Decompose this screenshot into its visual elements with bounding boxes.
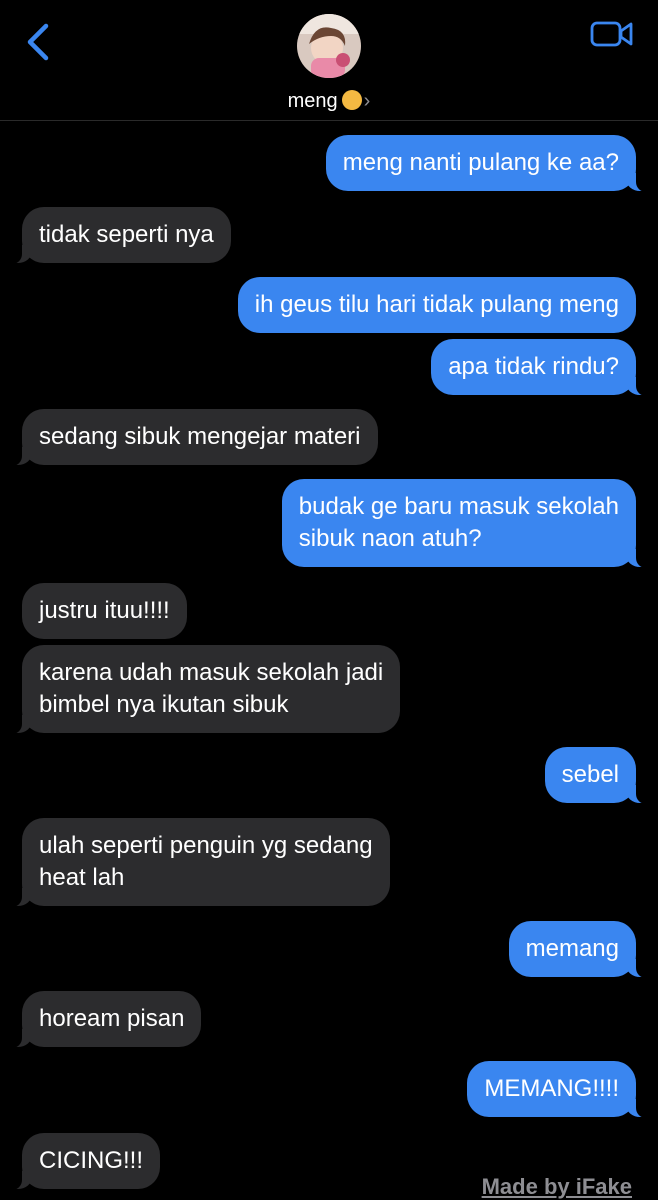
contact-name-button[interactable]: meng › (0, 90, 658, 113)
video-camera-icon[interactable] (590, 20, 634, 48)
cat-face-icon (341, 90, 362, 110)
conversation-header: meng › (0, 0, 658, 121)
message-bubble-incoming[interactable]: justru ituu!!!! (22, 583, 187, 639)
message-bubble-outgoing[interactable]: MEMANG!!!! (467, 1061, 652, 1118)
message-bubble-outgoing[interactable]: meng nanti pulang ke aa? (325, 135, 653, 192)
chevron-right-icon: › (363, 90, 371, 112)
avatar[interactable] (297, 14, 361, 78)
message-bubble-outgoing[interactable]: apa tidak rindu? (431, 339, 652, 396)
message-bubble-incoming[interactable]: sedang sibuk mengejar materi (6, 409, 378, 466)
message-bubble-incoming[interactable]: karena udah masuk sekolah jadi bimbel ny… (5, 645, 401, 734)
watermark-link[interactable]: Made by iFake (482, 1174, 632, 1200)
message-bubble-incoming[interactable]: tidak seperti nya (6, 207, 231, 264)
message-bubble-incoming[interactable]: ulah seperti penguin yg sedang heat lah (6, 818, 390, 907)
message-bubble-outgoing[interactable]: ih geus tilu hari tidak pulang meng (237, 277, 636, 333)
chevron-left-icon[interactable] (24, 22, 52, 62)
message-bubble-incoming[interactable]: hoream pisan (5, 991, 202, 1048)
message-bubble-incoming[interactable]: CICING!!! (5, 1133, 161, 1190)
avatar-image (297, 14, 361, 78)
message-bubble-outgoing[interactable]: sebel (544, 747, 653, 804)
contact-name: meng (287, 90, 338, 112)
message-bubble-outgoing[interactable]: budak ge baru masuk sekolah sibuk naon a… (281, 479, 653, 568)
message-bubble-outgoing[interactable]: memang (508, 921, 653, 978)
